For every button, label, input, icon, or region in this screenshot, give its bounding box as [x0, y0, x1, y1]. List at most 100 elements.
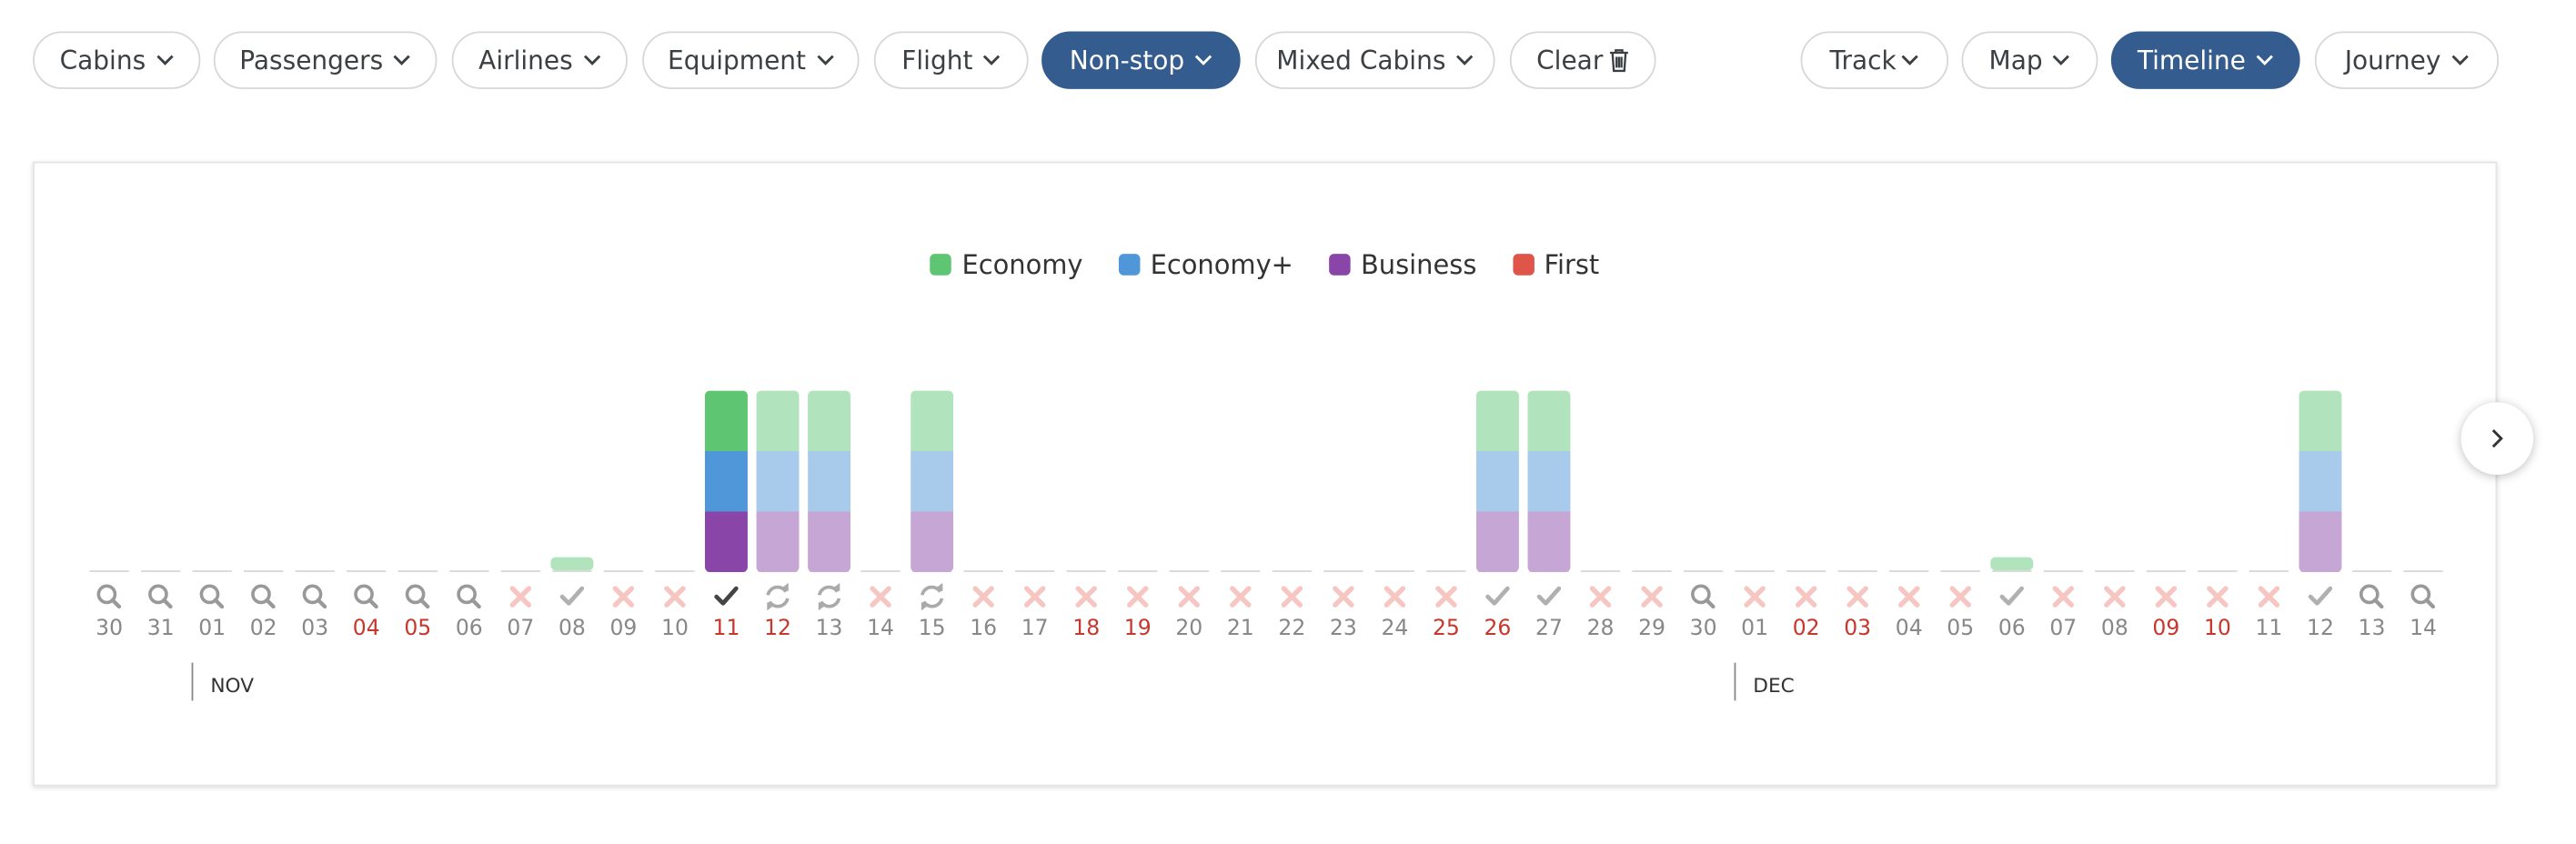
stacked-bar[interactable] — [2299, 390, 2342, 573]
stacked-bar[interactable] — [1475, 390, 1519, 573]
filter-nonstop-button[interactable]: Non-stop — [1041, 31, 1241, 89]
timeline-day[interactable]: 08 — [2095, 570, 2135, 640]
timeline-day[interactable]: 13 — [2351, 570, 2392, 640]
timeline-day[interactable]: 24 — [1374, 570, 1415, 640]
filter-mixed-cabins-button[interactable]: Mixed Cabins — [1254, 31, 1495, 89]
timeline-day[interactable]: 04 — [347, 570, 387, 640]
search-icon[interactable] — [457, 584, 481, 609]
timeline-day[interactable]: 25 — [1426, 570, 1466, 640]
view-map-button[interactable]: Map — [1961, 31, 2098, 89]
timeline-day[interactable]: 10 — [655, 570, 695, 640]
stacked-bar[interactable] — [911, 390, 954, 573]
filter-flight-button[interactable]: Flight — [873, 31, 1029, 89]
bar-economy-plus[interactable] — [705, 451, 748, 512]
timeline-day[interactable]: 14 — [860, 570, 901, 640]
search-icon[interactable] — [354, 584, 378, 609]
timeline-day[interactable]: 12 — [756, 390, 800, 640]
bar-business[interactable] — [705, 511, 748, 572]
check-icon[interactable] — [714, 586, 739, 606]
timeline-day[interactable]: 27 — [1527, 390, 1571, 640]
refresh-icon[interactable] — [921, 583, 944, 610]
timeline-day[interactable]: 06 — [1990, 557, 2034, 640]
bar-business[interactable] — [808, 511, 851, 572]
bar-economy-plus[interactable] — [1527, 451, 1571, 512]
timeline-day[interactable]: 09 — [2146, 570, 2187, 640]
check-icon[interactable] — [1485, 586, 1510, 606]
timeline-day[interactable]: 23 — [1323, 570, 1363, 640]
search-icon[interactable] — [405, 584, 430, 609]
timeline-day[interactable]: 06 — [449, 570, 489, 640]
timeline-day[interactable]: 30 — [1683, 570, 1724, 640]
timeline-day[interactable]: 02 — [244, 570, 284, 640]
timeline-day[interactable]: 21 — [1221, 570, 1261, 640]
stacked-bar[interactable] — [1527, 390, 1571, 573]
search-icon[interactable] — [96, 584, 122, 609]
search-icon[interactable] — [2410, 584, 2436, 609]
bar-economy[interactable] — [756, 390, 800, 452]
search-icon[interactable] — [148, 584, 173, 609]
timeline-day[interactable]: 19 — [1118, 570, 1158, 640]
bar-economy-plus[interactable] — [1475, 451, 1519, 512]
filter-airlines-button[interactable]: Airlines — [451, 31, 628, 89]
timeline-day[interactable]: 07 — [2043, 570, 2083, 640]
timeline-day[interactable]: 04 — [1889, 570, 1929, 640]
search-icon[interactable] — [302, 584, 327, 609]
bar-economy-plus[interactable] — [808, 451, 851, 512]
bar-economy[interactable] — [1527, 390, 1571, 452]
search-icon[interactable] — [1691, 584, 1716, 609]
filter-passengers-button[interactable]: Passengers — [213, 31, 438, 89]
bar-economy-plus[interactable] — [911, 451, 954, 512]
check-icon[interactable] — [2308, 586, 2333, 606]
timeline-day[interactable]: 03 — [1837, 570, 1877, 640]
timeline-day[interactable]: 18 — [1066, 570, 1106, 640]
timeline-day[interactable]: 14 — [2403, 570, 2443, 640]
timeline-day[interactable]: 15 — [911, 390, 954, 640]
view-timeline-button[interactable]: Timeline — [2110, 31, 2300, 89]
timeline-day[interactable]: 12 — [2299, 390, 2342, 640]
bar-economy[interactable] — [911, 390, 954, 452]
search-icon[interactable] — [251, 584, 276, 609]
bar-business[interactable] — [756, 511, 800, 572]
timeline-day[interactable]: 08 — [550, 557, 594, 640]
filter-equipment-button[interactable]: Equipment — [642, 31, 860, 89]
timeline-day[interactable]: 11 — [2249, 570, 2289, 640]
timeline-day[interactable]: 20 — [1169, 570, 1209, 640]
check-icon[interactable] — [559, 586, 585, 606]
bar-economy[interactable] — [2299, 390, 2342, 452]
filter-cabins-button[interactable]: Cabins — [33, 31, 201, 89]
timeline-day[interactable]: 29 — [1632, 570, 1672, 640]
next-page-button[interactable] — [2460, 402, 2534, 475]
bar-economy-plus[interactable] — [756, 451, 800, 512]
clear-filters-button[interactable]: Clear — [1509, 31, 1656, 89]
bar-business[interactable] — [2299, 511, 2342, 572]
timeline-day[interactable]: 31 — [140, 570, 181, 640]
stacked-bar[interactable] — [808, 390, 851, 573]
check-icon[interactable] — [1999, 586, 2024, 606]
search-icon[interactable] — [2359, 584, 2384, 609]
bar-economy-plus[interactable] — [2299, 451, 2342, 512]
timeline-day[interactable]: 05 — [397, 570, 438, 640]
bar-economy[interactable] — [808, 390, 851, 452]
bar-economy[interactable] — [1475, 390, 1519, 452]
timeline-day[interactable]: 22 — [1272, 570, 1313, 640]
stacked-bar[interactable] — [705, 390, 748, 573]
stacked-bar[interactable] — [756, 390, 800, 573]
timeline-day[interactable]: 09 — [603, 570, 644, 640]
bar-economy-stub[interactable] — [1990, 557, 2034, 571]
bar-business[interactable] — [911, 511, 954, 572]
refresh-icon[interactable] — [817, 583, 841, 610]
timeline-day[interactable]: 10 — [2198, 570, 2238, 640]
timeline-day[interactable]: 05 — [1940, 570, 1980, 640]
refresh-icon[interactable] — [766, 583, 790, 610]
timeline-day[interactable]: 01 — [1735, 570, 1775, 640]
bar-business[interactable] — [1527, 511, 1571, 572]
view-track-button[interactable]: Track — [1800, 31, 1949, 89]
timeline-day[interactable]: 11 — [705, 390, 748, 640]
view-journey-button[interactable]: Journey — [2314, 31, 2500, 89]
timeline-day[interactable]: 03 — [295, 570, 335, 640]
timeline-day[interactable]: 30 — [89, 570, 129, 640]
timeline-day[interactable]: 17 — [1015, 570, 1055, 640]
search-icon[interactable] — [199, 584, 225, 609]
check-icon[interactable] — [1536, 586, 1562, 606]
timeline-day[interactable]: 28 — [1580, 570, 1621, 640]
